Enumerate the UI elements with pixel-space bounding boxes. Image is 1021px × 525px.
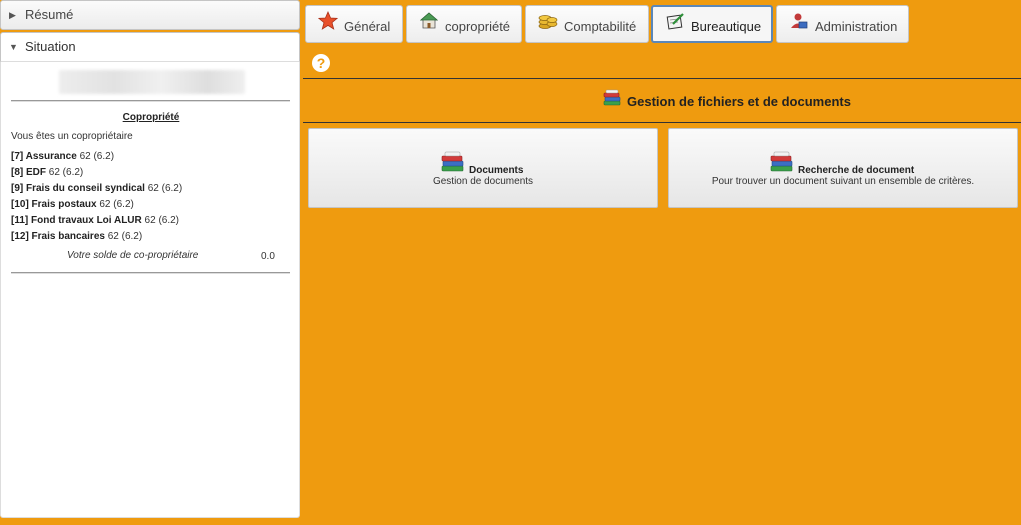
left-sidebar: ▶ Résumé ▼ Situation Copropriété Vous êtes… xyxy=(0,0,300,525)
list-item: [10] Frais postaux 62 (6.2) xyxy=(11,199,291,215)
books-icon xyxy=(441,151,464,172)
help-icon[interactable]: ? xyxy=(312,54,330,72)
divider xyxy=(11,272,290,274)
accordion-situation-label: Situation xyxy=(25,39,76,54)
section-title: Gestion de fichiers et de documents xyxy=(602,89,851,112)
tab-label: Administration xyxy=(815,18,898,34)
tab-comptabilite[interactable]: Comptabilité xyxy=(525,5,649,43)
triangle-down-icon: ▼ xyxy=(9,41,18,52)
list-item: [7] Assurance 62 (6.2) xyxy=(11,151,291,167)
divider xyxy=(11,100,290,102)
accordion-resume[interactable]: ▶ Résumé xyxy=(0,0,300,30)
triangle-right-icon: ▶ xyxy=(9,9,16,20)
card-description: Pour trouver un document suivant un ense… xyxy=(711,176,975,187)
charge-value: 62 (6.2) xyxy=(147,183,183,194)
card-title: Documents xyxy=(469,165,524,176)
accordion-resume-label: Résumé xyxy=(25,7,74,22)
charge-code: [10] Frais postaux xyxy=(11,199,97,210)
card-documents[interactable]: Documents Gestion de documents xyxy=(308,128,658,208)
tab-bureautique[interactable]: Bureautique xyxy=(651,5,773,43)
divider xyxy=(303,78,1021,79)
tab-copropriete[interactable]: copropriété xyxy=(406,5,522,43)
list-item: [12] Frais bancaires 62 (6.2) xyxy=(11,231,291,247)
house-icon xyxy=(419,12,439,29)
tab-general[interactable]: Général xyxy=(305,5,403,43)
admin-user-icon xyxy=(791,13,808,29)
accordion-situation[interactable]: ▼ Situation xyxy=(0,32,300,62)
card-recherche-document[interactable]: Recherche de document Pour trouver un do… xyxy=(668,128,1018,208)
list-item: [11] Fond travaux Loi ALUR 62 (6.2) xyxy=(11,215,291,231)
charge-code: [12] Frais bancaires xyxy=(11,231,105,242)
section-title-text: Gestion de fichiers et de documents xyxy=(627,93,851,109)
charge-value: 62 (6.2) xyxy=(79,151,115,162)
copro-title: Copropriété xyxy=(122,112,180,123)
card-description: Gestion de documents xyxy=(432,176,534,187)
charge-code: [9] Frais du conseil syndical xyxy=(11,183,145,194)
notepad-pen-icon xyxy=(666,13,684,30)
tab-administration[interactable]: Administration xyxy=(776,5,909,43)
star-icon xyxy=(318,11,338,30)
charge-value: 62 (6.2) xyxy=(144,215,180,226)
tab-label: Comptabilité xyxy=(564,18,637,34)
solde-value: 0.0 xyxy=(261,251,275,262)
books-icon xyxy=(603,89,621,106)
situation-panel: Copropriété Vous êtes un copropriétaire … xyxy=(0,62,300,518)
solde-label: Votre solde de co-propriétaire xyxy=(67,250,199,261)
charge-code: [7] Assurance xyxy=(11,151,77,162)
tab-label: Général xyxy=(344,18,391,34)
owner-status-text: Vous êtes un copropriétaire xyxy=(11,131,133,142)
list-item: [8] EDF 62 (6.2) xyxy=(11,167,291,183)
card-title: Recherche de document xyxy=(798,165,915,176)
books-icon xyxy=(770,151,793,172)
coins-icon xyxy=(538,15,558,29)
charges-list: [7] Assurance 62 (6.2) [8] EDF 62 (6.2) … xyxy=(11,151,291,247)
tab-label: copropriété xyxy=(445,18,511,34)
charge-value: 62 (6.2) xyxy=(99,199,134,210)
divider xyxy=(303,122,1021,123)
charge-code: [11] Fond travaux Loi ALUR xyxy=(11,215,142,226)
charge-value: 62 (6.2) xyxy=(107,231,143,242)
charge-value: 62 (6.2) xyxy=(48,167,84,178)
blurred-owner-name xyxy=(59,70,245,94)
list-item: [9] Frais du conseil syndical 62 (6.2) xyxy=(11,183,291,199)
tab-label: Bureautique xyxy=(691,18,762,34)
charge-code: [8] EDF xyxy=(11,167,46,178)
